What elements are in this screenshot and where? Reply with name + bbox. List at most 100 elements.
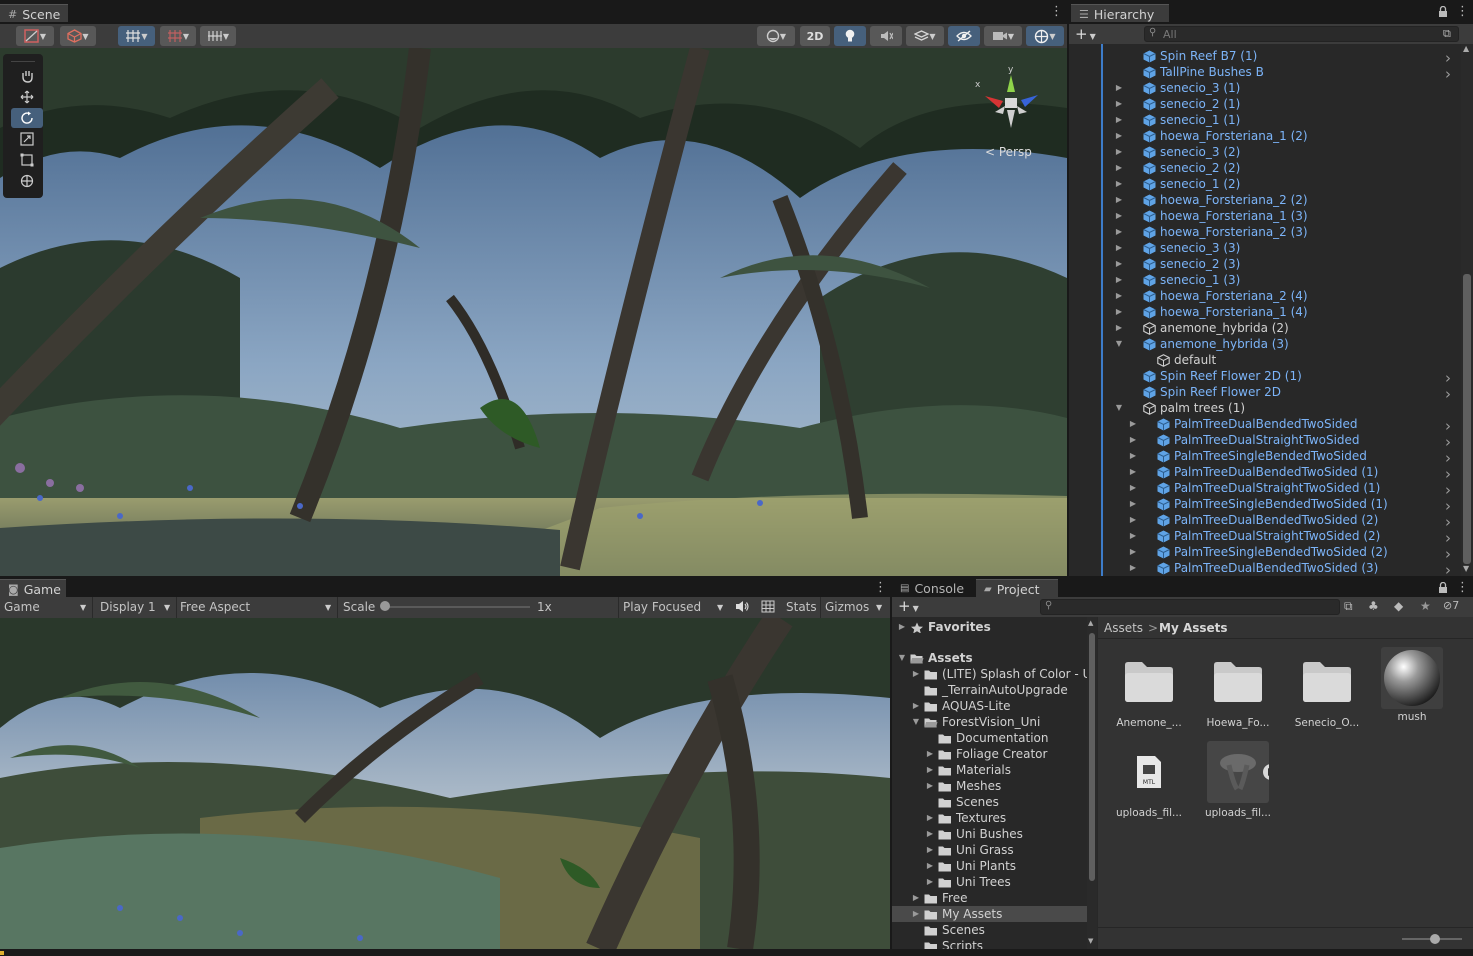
rotate-tool[interactable]: [11, 108, 43, 128]
expand-arrow-icon[interactable]: ▶: [1113, 259, 1125, 268]
project-tree-item[interactable]: ▶ My Assets: [892, 906, 1087, 922]
stats-button[interactable]: Stats: [786, 600, 817, 614]
hierarchy-row[interactable]: ▶ senecio_2 (1): [1069, 96, 1461, 112]
global-gizmo-button[interactable]: ▼: [757, 26, 795, 46]
expand-arrow-icon[interactable]: ▶: [924, 861, 936, 870]
hierarchy-row[interactable]: ▶ PalmTreeDualBendedTwoSided (3) ›: [1069, 560, 1461, 576]
audio-toggle[interactable]: [870, 26, 902, 46]
overlay-grip[interactable]: [11, 54, 35, 62]
increment-snap-button[interactable]: ▼: [200, 26, 236, 46]
scroll-down-icon[interactable]: ▼: [1463, 564, 1469, 573]
transform-tool[interactable]: [11, 171, 43, 191]
scene-visibility-toggle[interactable]: [948, 26, 980, 46]
projection-toggle[interactable]: < Persp: [985, 145, 1032, 159]
expand-arrow-icon[interactable]: ▶: [1113, 195, 1125, 204]
game-menu-icon[interactable]: ⋮: [874, 581, 887, 594]
hierarchy-row[interactable]: ▶ senecio_1 (2): [1069, 176, 1461, 192]
favorite-star-icon[interactable]: ★: [1420, 599, 1431, 613]
project-tree-item[interactable]: ▶ Uni Grass: [892, 842, 1087, 858]
project-tree-item[interactable]: ▶ Free: [892, 890, 1087, 906]
hierarchy-row[interactable]: ▶ senecio_2 (2): [1069, 160, 1461, 176]
hierarchy-menu-icon[interactable]: ⋮: [1456, 5, 1469, 18]
hierarchy-row[interactable]: ▼ palm trees (1): [1069, 400, 1461, 416]
expand-arrow-icon[interactable]: ▶: [1113, 115, 1125, 124]
filter-by-label-icon[interactable]: ♣: [1368, 599, 1379, 613]
expand-arrow-icon[interactable]: ▶: [1113, 291, 1125, 300]
hierarchy-row[interactable]: ▶ hoewa_Forsteriana_2 (4): [1069, 288, 1461, 304]
project-tree-scrollbar[interactable]: ▲ ▼: [1087, 617, 1097, 949]
scroll-down-icon[interactable]: ▼: [1088, 937, 1093, 945]
expand-arrow-icon[interactable]: ▶: [924, 749, 936, 758]
expand-arrow-icon[interactable]: ▶: [924, 813, 936, 822]
hierarchy-row[interactable]: ▼ anemone_hybrida (3): [1069, 336, 1461, 352]
hierarchy-row[interactable]: ▶ hoewa_Forsteriana_1 (2): [1069, 128, 1461, 144]
open-prefab-chevron-icon[interactable]: ›: [1445, 561, 1451, 576]
tab-project[interactable]: ▰ Project: [976, 579, 1058, 597]
hierarchy-row[interactable]: ▶ PalmTreeSingleBendedTwoSided (1) ›: [1069, 496, 1461, 515]
project-tree-item[interactable]: ▶ Meshes: [892, 778, 1087, 794]
hierarchy-row[interactable]: ▶ senecio_3 (3): [1069, 240, 1461, 256]
lighting-toggle[interactable]: [834, 26, 866, 46]
scale-slider-thumb[interactable]: [380, 601, 390, 611]
project-tree-item[interactable]: ▶ Foliage Creator: [892, 746, 1087, 762]
scroll-up-icon[interactable]: ▲: [1463, 44, 1469, 53]
project-tree-item[interactable]: Scenes: [892, 922, 1087, 938]
asset-item[interactable]: Hoewa_Fo...: [1199, 655, 1277, 729]
orientation-gizmo[interactable]: y x < Persp: [975, 65, 1055, 160]
audio-mute-toggle[interactable]: [735, 600, 749, 616]
breadcrumb-assets[interactable]: Assets: [1104, 621, 1143, 635]
expand-arrow-icon[interactable]: ▶: [1127, 419, 1139, 428]
project-tree-scroll-thumb[interactable]: [1089, 633, 1095, 881]
hierarchy-row[interactable]: ▶ PalmTreeDualBendedTwoSided ›: [1069, 416, 1461, 435]
hierarchy-row[interactable]: ▶ senecio_1 (1): [1069, 112, 1461, 128]
hierarchy-row[interactable]: ▶ senecio_3 (1): [1069, 80, 1461, 96]
expand-arrow-icon[interactable]: ▶: [924, 845, 936, 854]
hierarchy-scroll-thumb[interactable]: [1463, 274, 1471, 564]
gizmos-toggle[interactable]: Gizmos: [825, 600, 869, 614]
hierarchy-row[interactable]: Spin Reef Flower 2D ›: [1069, 384, 1461, 403]
project-tree-item[interactable]: ▶ (LITE) Splash of Color - Ur: [892, 666, 1087, 682]
tab-console[interactable]: ▤ Console: [892, 579, 972, 597]
camera-settings-button[interactable]: ▼: [984, 26, 1022, 46]
collapse-arrow-icon[interactable]: ▼: [1113, 339, 1125, 348]
project-search-input[interactable]: ⚲: [1040, 599, 1340, 615]
project-menu-icon[interactable]: ⋮: [1456, 581, 1469, 594]
expand-arrow-icon[interactable]: ▶: [910, 701, 922, 710]
asset-item[interactable]: mush: [1373, 647, 1451, 723]
search-filter-icon[interactable]: ⧉: [1443, 27, 1451, 41]
project-tree-item[interactable]: ▼ Assets: [892, 650, 1087, 666]
hierarchy-row[interactable]: ▶ PalmTreeSingleBendedTwoSided ›: [1069, 448, 1461, 467]
expand-arrow-icon[interactable]: ▶: [1127, 435, 1139, 444]
aspect-select[interactable]: Free Aspect ▼: [180, 600, 335, 614]
project-tree-item[interactable]: ▶ Uni Plants: [892, 858, 1087, 874]
tag-icon[interactable]: ◆: [1394, 599, 1403, 613]
collapse-arrow-icon[interactable]: ▼: [910, 717, 922, 726]
hierarchy-row[interactable]: ▶ PalmTreeDualStraightTwoSided ›: [1069, 432, 1461, 451]
search-by-type-icon[interactable]: ⧉: [1344, 599, 1353, 614]
asset-item[interactable]: Senecio_O...: [1288, 655, 1366, 729]
expand-arrow-icon[interactable]: ▶: [1113, 163, 1125, 172]
hierarchy-row[interactable]: ▶ anemone_hybrida (2): [1069, 320, 1461, 336]
hierarchy-row[interactable]: ▶ hoewa_Forsteriana_2 (3): [1069, 224, 1461, 240]
scene-menu-icon[interactable]: ⋮: [1050, 5, 1063, 18]
expand-arrow-icon[interactable]: ▶: [896, 622, 908, 631]
collapse-arrow-icon[interactable]: ▼: [1113, 403, 1125, 412]
expand-arrow-icon[interactable]: ▶: [910, 669, 922, 678]
expand-arrow-icon[interactable]: ▶: [1113, 179, 1125, 188]
hierarchy-row[interactable]: Spin Reef Flower 2D (1) ›: [1069, 368, 1461, 387]
hierarchy-row[interactable]: ▶ PalmTreeDualBendedTwoSided (1) ›: [1069, 464, 1461, 483]
hierarchy-scrollbar[interactable]: ▲ ▼: [1461, 44, 1473, 576]
hierarchy-row[interactable]: ▶ PalmTreeDualBendedTwoSided (2) ›: [1069, 512, 1461, 531]
tab-hierarchy[interactable]: ☰ Hierarchy: [1071, 4, 1169, 22]
play-mode-select[interactable]: Play Focused ▼: [623, 600, 727, 614]
expand-arrow-icon[interactable]: ▶: [910, 893, 922, 902]
expand-arrow-icon[interactable]: ▶: [924, 829, 936, 838]
grid-snap-toggle[interactable]: ▼: [118, 26, 155, 46]
tab-scene[interactable]: # Scene: [0, 4, 68, 22]
expand-arrow-icon[interactable]: ▶: [924, 781, 936, 790]
hierarchy-search-input[interactable]: ⚲ All ⧉: [1144, 26, 1459, 42]
project-tree-item[interactable]: _TerrainAutoUpgrade: [892, 682, 1087, 698]
expand-arrow-icon[interactable]: ▶: [1113, 83, 1125, 92]
display-select[interactable]: Display 1 ▼: [100, 600, 174, 614]
hierarchy-row[interactable]: TallPine Bushes B ›: [1069, 64, 1461, 83]
